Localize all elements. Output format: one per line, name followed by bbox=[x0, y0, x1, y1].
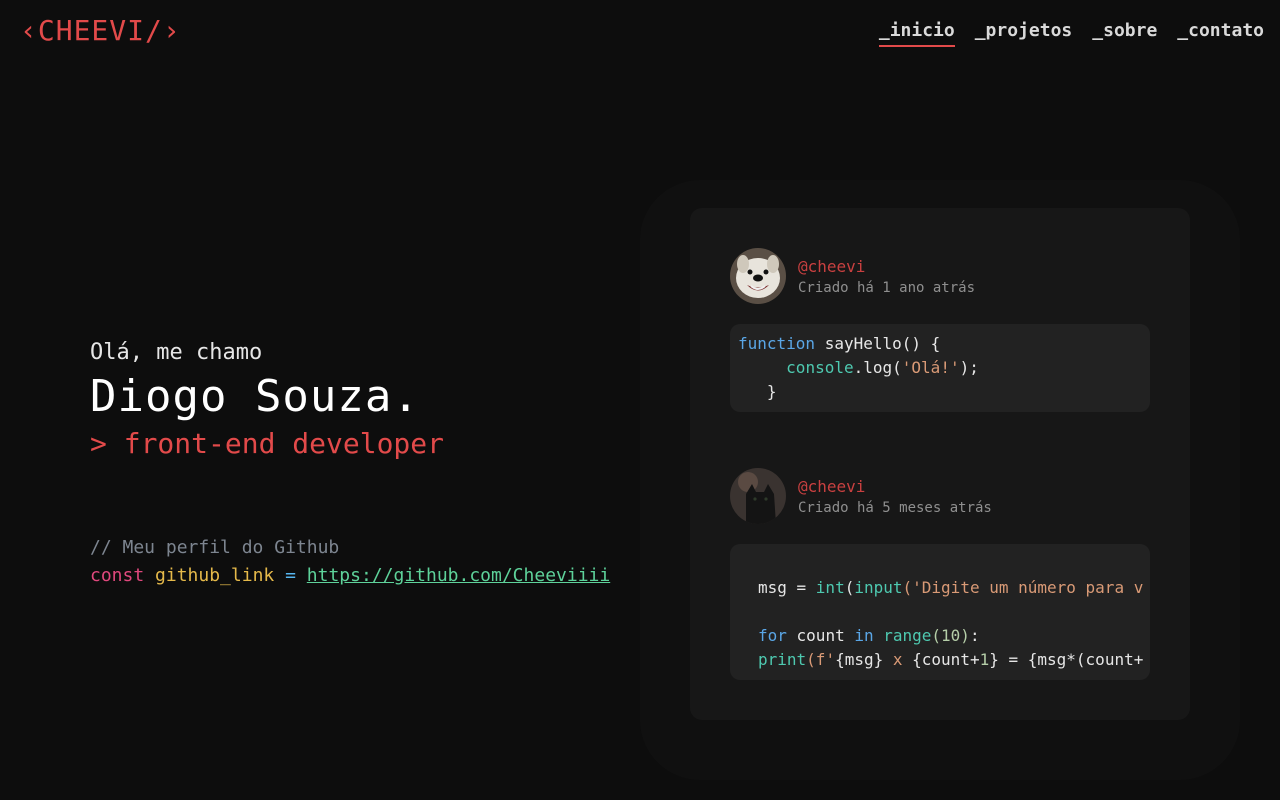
post-item: @cheevi Criado há 1 ano atrás function s… bbox=[730, 248, 1150, 412]
code-token: (10) bbox=[931, 626, 970, 645]
code-token: in bbox=[854, 626, 874, 645]
main-nav: _inicio _projetos _sobre _contato bbox=[878, 20, 1264, 47]
code-token: : bbox=[969, 626, 980, 645]
code-token: ); bbox=[959, 358, 979, 377]
code-token: {count+ bbox=[902, 650, 980, 669]
code-token: .log( bbox=[853, 358, 902, 377]
code-token: range bbox=[873, 626, 932, 645]
post-meta: @cheevi Criado há 5 meses atrás bbox=[798, 477, 992, 516]
hero-greeting: Olá, me chamo bbox=[90, 340, 263, 365]
code-token: msg = bbox=[758, 578, 816, 597]
code-token: count bbox=[786, 626, 855, 645]
post-handle[interactable]: @cheevi bbox=[798, 257, 975, 276]
hero-role: > front-end developer bbox=[90, 427, 445, 460]
nav-link-contato[interactable]: _contato bbox=[1177, 20, 1264, 47]
assign-operator: = bbox=[285, 565, 296, 586]
code-token: (f' bbox=[806, 650, 836, 669]
post-created: Criado há 5 meses atrás bbox=[798, 499, 992, 516]
hero-section: Olá, me chamo Diogo Souza. > front-end d… bbox=[90, 340, 444, 460]
nav-link-projetos[interactable]: _projetos bbox=[975, 20, 1073, 47]
post-meta: @cheevi Criado há 1 ano atrás bbox=[798, 257, 975, 296]
black-cat-avatar-icon bbox=[730, 468, 786, 524]
posts-card: @cheevi Criado há 1 ano atrás function s… bbox=[690, 208, 1190, 720]
github-comment: // Meu perfil do Github bbox=[90, 537, 340, 558]
code-token: {msg} bbox=[835, 650, 893, 669]
code-token: 'Olá!' bbox=[901, 358, 960, 377]
code-token: } bbox=[766, 382, 777, 401]
code-block: function sayHello() { console.log('Olá!'… bbox=[730, 324, 1150, 412]
code-token: sayHello() { bbox=[815, 334, 941, 353]
code-token: ('Digite um número para v bbox=[902, 578, 1144, 597]
code-token: int bbox=[815, 578, 845, 597]
code-token: ( bbox=[844, 578, 855, 597]
post-header: @cheevi Criado há 5 meses atrás bbox=[730, 468, 1150, 524]
code-block: msg = int(input('Digite um número para v… bbox=[730, 544, 1150, 680]
github-line: const github_link = https://github.com/C… bbox=[90, 562, 610, 590]
code-token: for bbox=[758, 626, 787, 645]
smiling-dog-avatar-icon bbox=[730, 248, 786, 304]
variable-name: github_link bbox=[155, 565, 275, 586]
hero-name: Diogo Souza. bbox=[90, 371, 420, 422]
nav-link-sobre[interactable]: _sobre bbox=[1092, 20, 1157, 47]
code-token: function bbox=[738, 334, 816, 353]
code-token: x bbox=[892, 650, 903, 669]
github-snippet: // Meu perfil do Github const github_lin… bbox=[90, 534, 610, 590]
post-created: Criado há 1 ano atrás bbox=[798, 279, 976, 296]
const-keyword: const bbox=[90, 565, 145, 586]
post-item: @cheevi Criado há 5 meses atrás msg = in… bbox=[730, 468, 1150, 680]
nav-link-inicio[interactable]: _inicio bbox=[878, 20, 955, 47]
github-link[interactable]: https://github.com/Cheeviiii bbox=[307, 565, 610, 586]
code-token: input bbox=[854, 578, 903, 597]
code-token: } = {msg*(count+ bbox=[989, 650, 1144, 669]
post-header: @cheevi Criado há 1 ano atrás bbox=[730, 248, 1150, 304]
code-token: 1 bbox=[979, 650, 990, 669]
post-handle[interactable]: @cheevi bbox=[798, 477, 992, 496]
code-token: console bbox=[786, 358, 854, 377]
site-logo[interactable]: ‹CHEEVI/› bbox=[20, 14, 181, 47]
code-token: print bbox=[758, 650, 807, 669]
